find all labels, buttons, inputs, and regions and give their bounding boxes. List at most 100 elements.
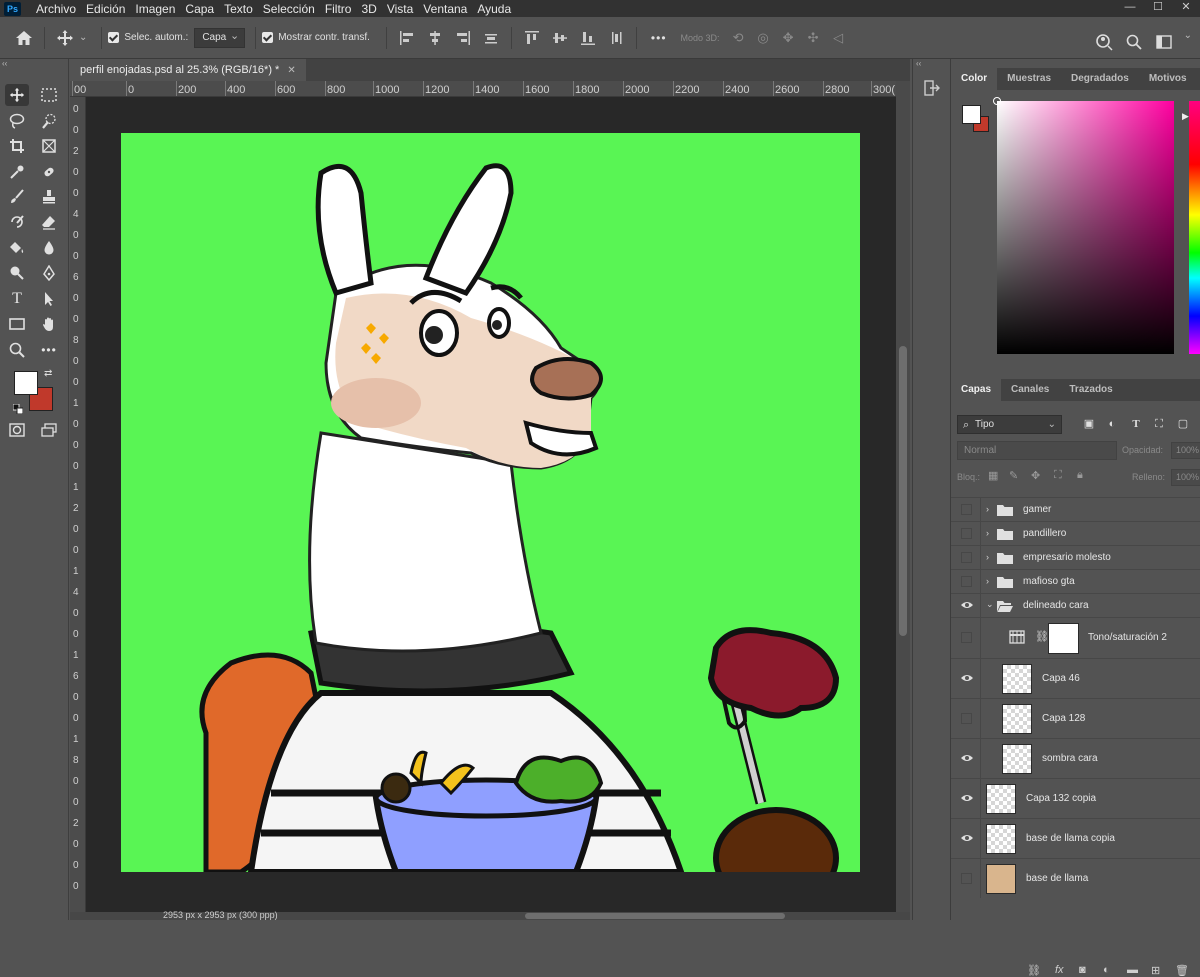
color-picker-marker[interactable] [993,97,1001,105]
color-panel-foreground-swatch[interactable] [962,105,981,124]
menu-capa[interactable]: Capa [180,2,219,16]
layer-row[interactable]: › gamer [951,497,1200,521]
horizontal-scrollbar-thumb[interactable] [525,913,785,919]
spot-healing-tool-icon[interactable] [37,161,61,183]
saturation-brightness-field[interactable] [997,101,1174,354]
align-middle-v-icon[interactable] [546,24,574,52]
learn-icon[interactable] [1090,28,1118,56]
visibility-toggle[interactable] [961,576,972,587]
lock-transparency-icon[interactable]: ▦ [988,469,998,482]
layer-row[interactable]: › mafioso gta [951,569,1200,593]
lock-pixels-icon[interactable]: ✎ [1009,469,1018,482]
dodge-tool-icon[interactable] [5,262,29,284]
chevron-right-icon[interactable]: › [986,552,989,562]
chevron-right-icon[interactable]: › [986,576,989,586]
document-tab[interactable]: perfil enojadas.psd al 25.3% (RGB/16*) *… [70,59,306,81]
more-tools-icon[interactable]: ••• [37,339,61,361]
foreground-color-swatch[interactable] [14,371,38,395]
menu-3d[interactable]: 3D [356,2,381,16]
visibility-toggle[interactable] [961,713,972,724]
link-icon[interactable]: ⛓ [1035,630,1049,643]
rectangle-tool-icon[interactable] [5,313,29,335]
filter-shape-icon[interactable]: ⛶ [1152,417,1166,431]
visibility-toggle[interactable] [961,504,972,515]
delete-layer-icon[interactable]: 🗑︎ [1175,964,1189,977]
home-icon[interactable] [10,24,38,52]
blur-tool-icon[interactable] [37,237,61,259]
menu-imagen[interactable]: Imagen [130,2,180,16]
hue-slider[interactable] [1189,101,1200,354]
visibility-toggle[interactable] [961,528,972,539]
brush-tool-icon[interactable] [5,186,29,208]
align-top-icon[interactable] [518,24,546,52]
swap-colors-icon[interactable]: ⇄ [44,368,52,379]
tab-color[interactable]: Color [951,68,998,90]
filter-adjustment-icon[interactable]: ◐ [1105,417,1119,431]
history-panel-icon[interactable] [923,79,941,102]
canvas-artwork[interactable] [121,133,860,872]
layer-row[interactable]: ⌄ delineado cara [951,593,1200,617]
show-transform-checkbox[interactable] [262,32,274,43]
vertical-scrollbar-thumb[interactable] [899,346,907,636]
distribute-v-icon[interactable] [477,24,505,52]
tab-capas[interactable]: Capas [951,379,1002,401]
layer-row[interactable]: Capa 132 copia [951,778,1200,818]
search-icon[interactable] [1120,28,1148,56]
menu-ayuda[interactable]: Ayuda [472,2,516,16]
new-layer-icon[interactable]: ⊞ [1151,964,1160,977]
layer-row[interactable]: ⛓ Tono/saturación 2 [951,617,1200,658]
filter-pixel-icon[interactable]: ▣ [1082,417,1096,431]
menu-seleccion[interactable]: Selección [258,2,320,16]
auto-select-target-dropdown[interactable]: Capa [194,27,246,48]
move-tool-icon[interactable] [51,24,79,52]
lock-position-icon[interactable]: ✥ [1031,469,1040,482]
minimize-button[interactable]: — [1116,0,1144,17]
layer-filter-dropdown[interactable]: ⌕ Tipo ⌄ [957,415,1062,434]
eye-icon[interactable] [961,833,973,845]
menu-ventana[interactable]: Ventana [418,2,472,16]
eye-icon[interactable] [961,673,973,685]
tab-muestras[interactable]: Muestras [997,68,1061,90]
tab-degradados[interactable]: Degradados [1061,68,1139,90]
history-brush-tool-icon[interactable] [5,211,29,233]
add-mask-icon[interactable]: ◙ [1079,964,1086,976]
align-center-h-icon[interactable] [421,24,449,52]
type-tool-icon[interactable]: T [5,288,29,310]
quick-mask-icon[interactable] [5,419,29,441]
clone-stamp-tool-icon[interactable] [37,186,61,208]
tab-motivos[interactable]: Motivos [1139,68,1197,90]
hand-tool-icon[interactable] [37,313,61,335]
chevron-down-icon[interactable]: ⌄ [986,599,994,610]
frame-tool-icon[interactable] [37,135,61,157]
menu-texto[interactable]: Texto [219,2,258,16]
eyedropper-tool-icon[interactable] [5,161,29,183]
new-group-icon[interactable]: ▬ [1127,964,1138,976]
workspace-icon[interactable] [1150,28,1178,56]
align-right-icon[interactable] [449,24,477,52]
layer-row[interactable]: › pandillero [951,521,1200,545]
move-tool-icon[interactable] [5,84,29,106]
layer-row[interactable]: Capa 46 [951,658,1200,698]
auto-select-checkbox[interactable] [108,32,120,43]
collapse-panels-icon[interactable]: ‹‹ [916,59,921,68]
layer-row[interactable]: base de llama copia [951,818,1200,858]
filter-smart-object-icon[interactable]: ▢ [1176,417,1190,431]
new-adjustment-icon[interactable]: ◐ [1103,964,1110,976]
lock-artboard-icon[interactable]: ⛶ [1054,469,1062,482]
visibility-toggle[interactable] [961,632,972,643]
menu-filtro[interactable]: Filtro [320,2,357,16]
visibility-toggle[interactable] [961,552,972,563]
crop-tool-icon[interactable] [5,135,29,157]
menu-edicion[interactable]: Edición [81,2,130,16]
menu-vista[interactable]: Vista [382,2,418,16]
chevron-right-icon[interactable]: › [986,528,989,538]
chevron-right-icon[interactable]: › [986,504,989,514]
layer-row[interactable]: base de llama [951,858,1200,898]
close-window-button[interactable]: ✕ [1172,0,1200,17]
layer-row[interactable]: sombra cara [951,738,1200,778]
hue-slider-handle[interactable]: ▶ [1182,111,1189,122]
align-bottom-icon[interactable] [574,24,602,52]
eraser-tool-icon[interactable] [37,211,61,233]
chevron-down-icon[interactable]: ⌄ [79,32,87,43]
distribute-h-icon[interactable] [602,24,630,52]
